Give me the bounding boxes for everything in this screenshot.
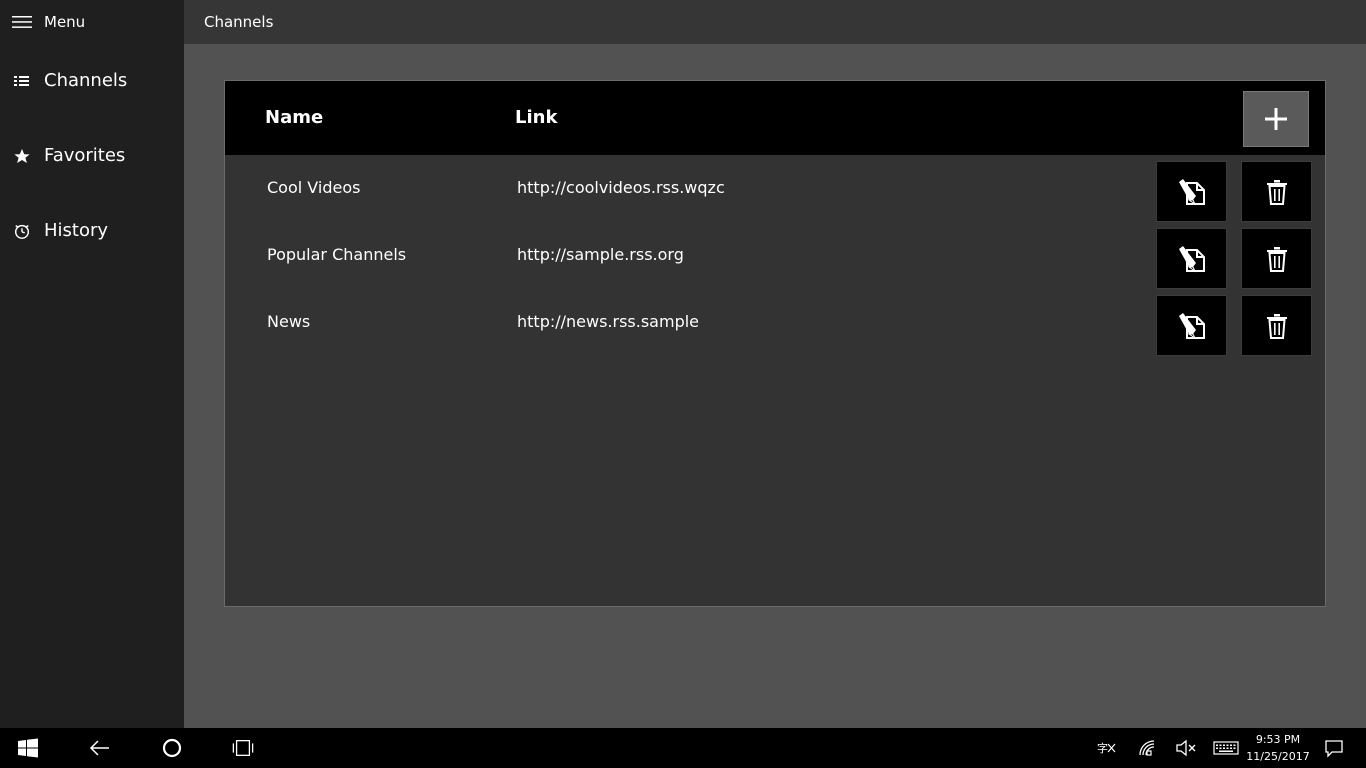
edit-channel-button[interactable] — [1156, 228, 1227, 289]
channel-link: http://coolvideos.rss.wqzc — [517, 178, 725, 197]
sidebar-item-label: Channels — [44, 70, 128, 91]
sidebar-item-channels[interactable]: Channels — [0, 57, 184, 105]
edit-icon — [1178, 245, 1205, 272]
back-icon[interactable] — [89, 738, 111, 758]
action-center-icon[interactable] — [1323, 738, 1345, 758]
table-row: News http://news.rss.sample — [225, 291, 1325, 356]
plus-icon — [1265, 108, 1287, 130]
clock-time: 9:53 PM — [1255, 733, 1301, 746]
edit-channel-button[interactable] — [1156, 295, 1227, 356]
header-bar: Channels — [184, 0, 1366, 44]
channel-name: Popular Channels — [267, 245, 407, 264]
sidebar: Menu Channels Favorites History — [0, 0, 184, 728]
table-row: Cool Videos http://coolvideos.rss.wqzc — [225, 157, 1325, 222]
history-icon — [14, 224, 30, 239]
table-row: Popular Channels http://sample.rss.org — [225, 224, 1325, 289]
edit-channel-button[interactable] — [1156, 161, 1227, 222]
star-icon — [14, 149, 30, 163]
table-header: Name Link — [225, 81, 1325, 155]
taskbar: 字 9:53 PM 11/25/2017 — [0, 728, 1366, 768]
windows-start-icon[interactable] — [17, 738, 39, 758]
menu-label: Menu — [44, 13, 86, 31]
sidebar-item-label: History — [44, 220, 109, 241]
trash-icon — [1266, 313, 1287, 339]
input-indicator-icon[interactable]: 字 — [1096, 738, 1118, 758]
channels-table: Name Link Cool Videos http://coolvideos.… — [224, 80, 1326, 607]
column-header-link: Link — [515, 107, 558, 128]
page-title: Channels — [204, 13, 274, 31]
edit-icon — [1178, 178, 1205, 205]
channel-name: Cool Videos — [267, 178, 361, 197]
task-view-icon[interactable] — [232, 738, 254, 758]
network-icon[interactable] — [1137, 738, 1159, 758]
channel-link: http://sample.rss.org — [517, 245, 684, 264]
system-clock[interactable]: 9:53 PM 11/25/2017 — [1240, 731, 1316, 765]
sidebar-item-favorites[interactable]: Favorites — [0, 132, 184, 180]
trash-icon — [1266, 179, 1287, 205]
add-channel-button[interactable] — [1243, 91, 1309, 147]
column-header-name: Name — [265, 107, 324, 128]
clock-date: 11/25/2017 — [1246, 750, 1310, 763]
sidebar-item-label: Favorites — [44, 145, 126, 166]
volume-muted-icon[interactable] — [1175, 738, 1197, 758]
edit-icon — [1178, 312, 1205, 339]
sidebar-item-history[interactable]: History — [0, 207, 184, 255]
channel-link: http://news.rss.sample — [517, 312, 700, 331]
list-icon — [14, 76, 29, 86]
channel-name: News — [267, 312, 311, 331]
delete-channel-button[interactable] — [1241, 228, 1312, 289]
keyboard-icon[interactable] — [1213, 738, 1239, 758]
hamburger-icon — [12, 16, 32, 28]
cortana-icon[interactable] — [161, 738, 183, 758]
svg-text:字: 字 — [1097, 741, 1108, 755]
delete-channel-button[interactable] — [1241, 161, 1312, 222]
menu-toggle-button[interactable]: Menu — [0, 0, 184, 44]
delete-channel-button[interactable] — [1241, 295, 1312, 356]
trash-icon — [1266, 246, 1287, 272]
